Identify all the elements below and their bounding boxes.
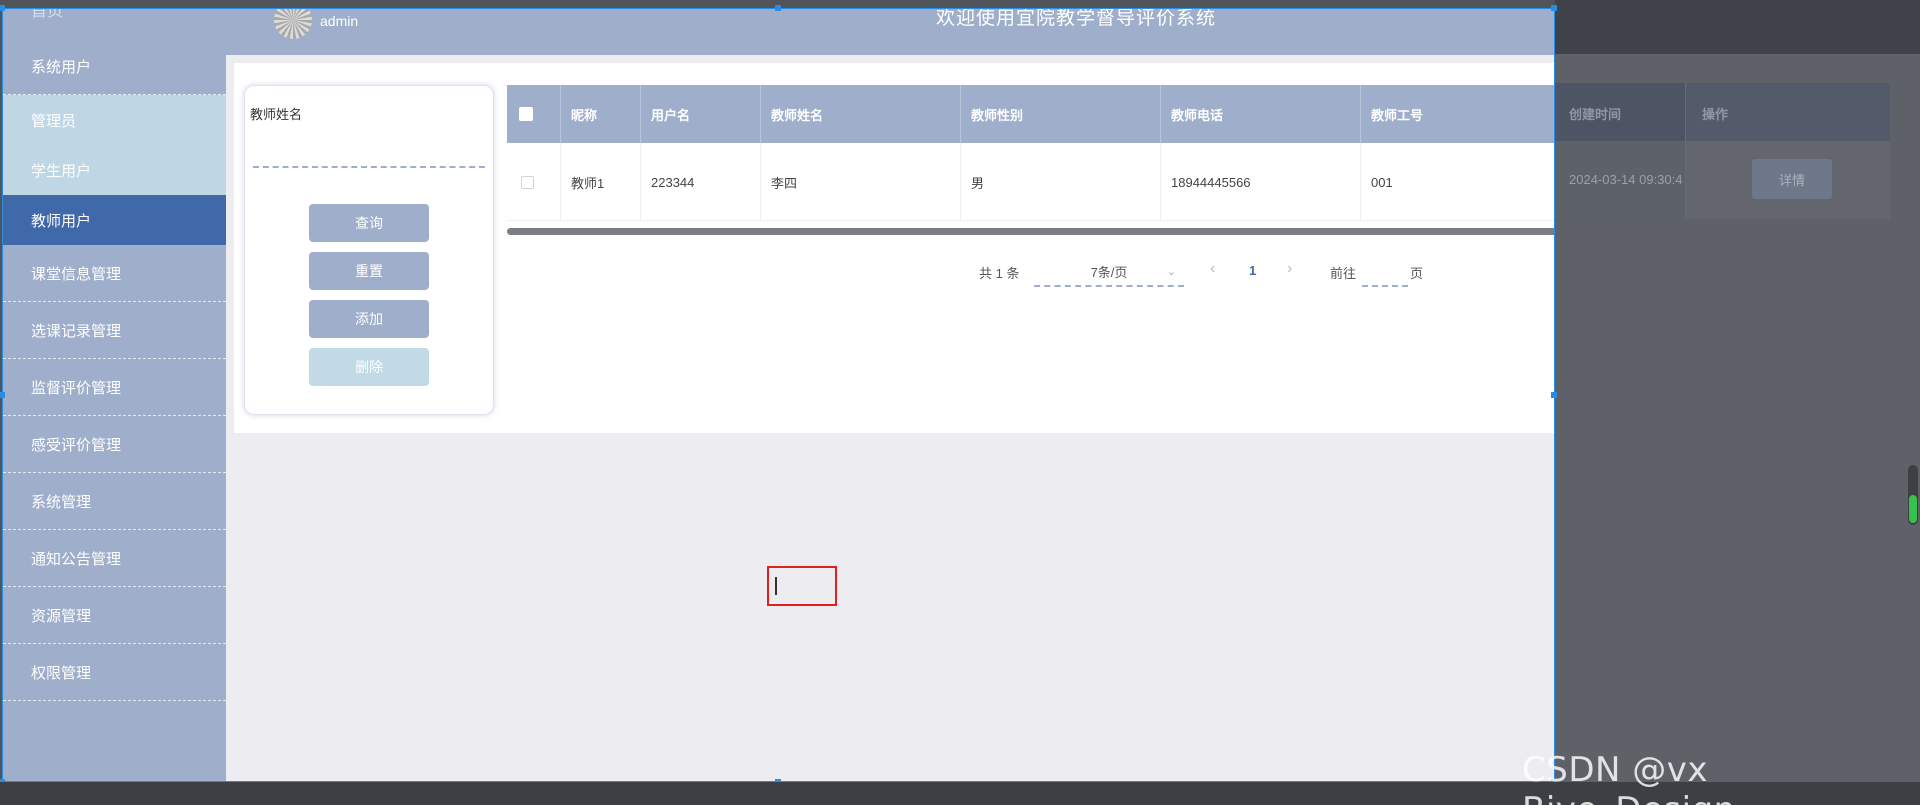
column-header-gender[interactable]: 教师性别: [961, 85, 1161, 143]
sidebar-item-class-info[interactable]: 课堂信息管理: [3, 245, 226, 302]
sidebar-item-admin[interactable]: 管理员: [3, 95, 226, 145]
username-label[interactable]: admin: [320, 13, 358, 29]
cell-username: 223344: [641, 143, 761, 221]
sidebar: 首页 系统用户 管理员 学生用户 教师用户 课堂信息管理 选课记录管理 监督评价…: [3, 9, 226, 781]
sidebar-item-resource-management[interactable]: 资源管理: [3, 587, 226, 644]
sidebar-item-supervision-eval[interactable]: 监督评价管理: [3, 359, 226, 416]
teacher-table: 昵称 用户名 教师姓名 教师性别 教师电话 教师工号 教师1 223344 李四…: [507, 85, 1554, 225]
text-caret: [775, 577, 777, 595]
main-content-panel: 教师姓名 查询 重置 添加 删除 昵称 用户名 教师姓名 教师性别 教师电话 教…: [234, 63, 1554, 433]
select-all-cell: [507, 85, 561, 143]
delete-button[interactable]: 删除: [309, 348, 429, 386]
sidebar-item-feeling-eval[interactable]: 感受评价管理: [3, 416, 226, 473]
sidebar-item-system-management[interactable]: 系统管理: [3, 473, 226, 530]
search-card: 教师姓名 查询 重置 添加 删除: [244, 85, 494, 415]
cell-phone: 18944445566: [1161, 143, 1361, 221]
selection-handle-left[interactable]: [0, 392, 5, 398]
query-button[interactable]: 查询: [309, 204, 429, 242]
sidebar-home-label[interactable]: 首页: [31, 9, 63, 21]
sidebar-item-system-users[interactable]: 系统用户: [3, 38, 226, 95]
cell-gender: 男: [961, 143, 1161, 221]
text-cursor-box[interactable]: [767, 566, 837, 606]
table-horizontal-scrollbar[interactable]: [507, 228, 1554, 235]
sidebar-item-student-users[interactable]: 学生用户: [3, 145, 226, 195]
selection-handle-tr[interactable]: [1551, 5, 1557, 11]
goto-page-input[interactable]: [1362, 257, 1408, 287]
cell-teacher-name: 李四: [761, 143, 961, 221]
top-header: admin 欢迎使用宜院教学督导评价系统: [226, 8, 1554, 55]
chevron-down-icon: ⌄: [1166, 265, 1176, 278]
sidebar-item-course-records[interactable]: 选课记录管理: [3, 302, 226, 359]
page-title: 欢迎使用宜院教学督导评价系统: [936, 8, 1217, 29]
selection-handle-tl[interactable]: [0, 5, 5, 11]
search-label-teacher-name: 教师姓名: [250, 107, 303, 122]
goto-suffix-label: 页: [1410, 266, 1424, 281]
sidebar-item-teacher-users[interactable]: 教师用户: [3, 195, 226, 245]
teacher-name-search-input[interactable]: [253, 128, 485, 168]
table-header: 昵称 用户名 教师姓名 教师性别 教师电话 教师工号: [507, 85, 1554, 143]
cell-created-time: 2024-03-14 09:30:4: [1569, 172, 1683, 187]
column-header-action: 操作: [1702, 107, 1729, 122]
watermark: CSDN @vx Biye_Design: [1522, 750, 1735, 805]
app-window: 首页 系统用户 管理员 学生用户 教师用户 课堂信息管理 选课记录管理 监督评价…: [2, 8, 1555, 782]
table-overflow-area: 创建时间 操作 2024-03-14 09:30:4 详情: [1555, 83, 1890, 223]
column-header-teacher-name[interactable]: 教师姓名: [761, 85, 961, 143]
next-page-icon[interactable]: ›: [1287, 260, 1292, 278]
goto-label: 前往: [1330, 266, 1357, 281]
reset-button[interactable]: 重置: [309, 252, 429, 290]
avatar[interactable]: [274, 9, 312, 39]
prev-page-icon[interactable]: ‹: [1210, 260, 1215, 278]
current-page-number[interactable]: 1: [1249, 263, 1256, 278]
row-select-cell: [507, 143, 561, 221]
cell-nickname: 教师1: [561, 143, 641, 221]
add-button[interactable]: 添加: [309, 300, 429, 338]
table-row[interactable]: 教师1 223344 李四 男 18944445566 001: [507, 143, 1554, 221]
cell-teacher-no: 001: [1361, 143, 1554, 221]
selection-handle-right[interactable]: [1551, 392, 1557, 398]
column-header-nickname[interactable]: 昵称: [561, 85, 641, 143]
select-all-checkbox[interactable]: [519, 107, 533, 121]
volume-indicator-fill: [1909, 495, 1917, 523]
sidebar-item-permission-management[interactable]: 权限管理: [3, 644, 226, 701]
page-size-select[interactable]: 7条/页 ⌄: [1034, 257, 1184, 287]
sidebar-item-notice-management[interactable]: 通知公告管理: [3, 530, 226, 587]
selection-handle-top[interactable]: [775, 5, 781, 11]
column-header-username[interactable]: 用户名: [641, 85, 761, 143]
detail-button[interactable]: 详情: [1752, 159, 1832, 199]
column-header-teacher-no[interactable]: 教师工号: [1361, 85, 1554, 143]
backdrop-top-right: [1555, 0, 1920, 54]
pagination-total: 共 1 条: [979, 266, 1020, 281]
column-header-phone[interactable]: 教师电话: [1161, 85, 1361, 143]
column-header-created-time: 创建时间: [1569, 107, 1622, 122]
page-size-value: 7条/页: [1090, 264, 1128, 280]
row-checkbox[interactable]: [521, 175, 534, 189]
